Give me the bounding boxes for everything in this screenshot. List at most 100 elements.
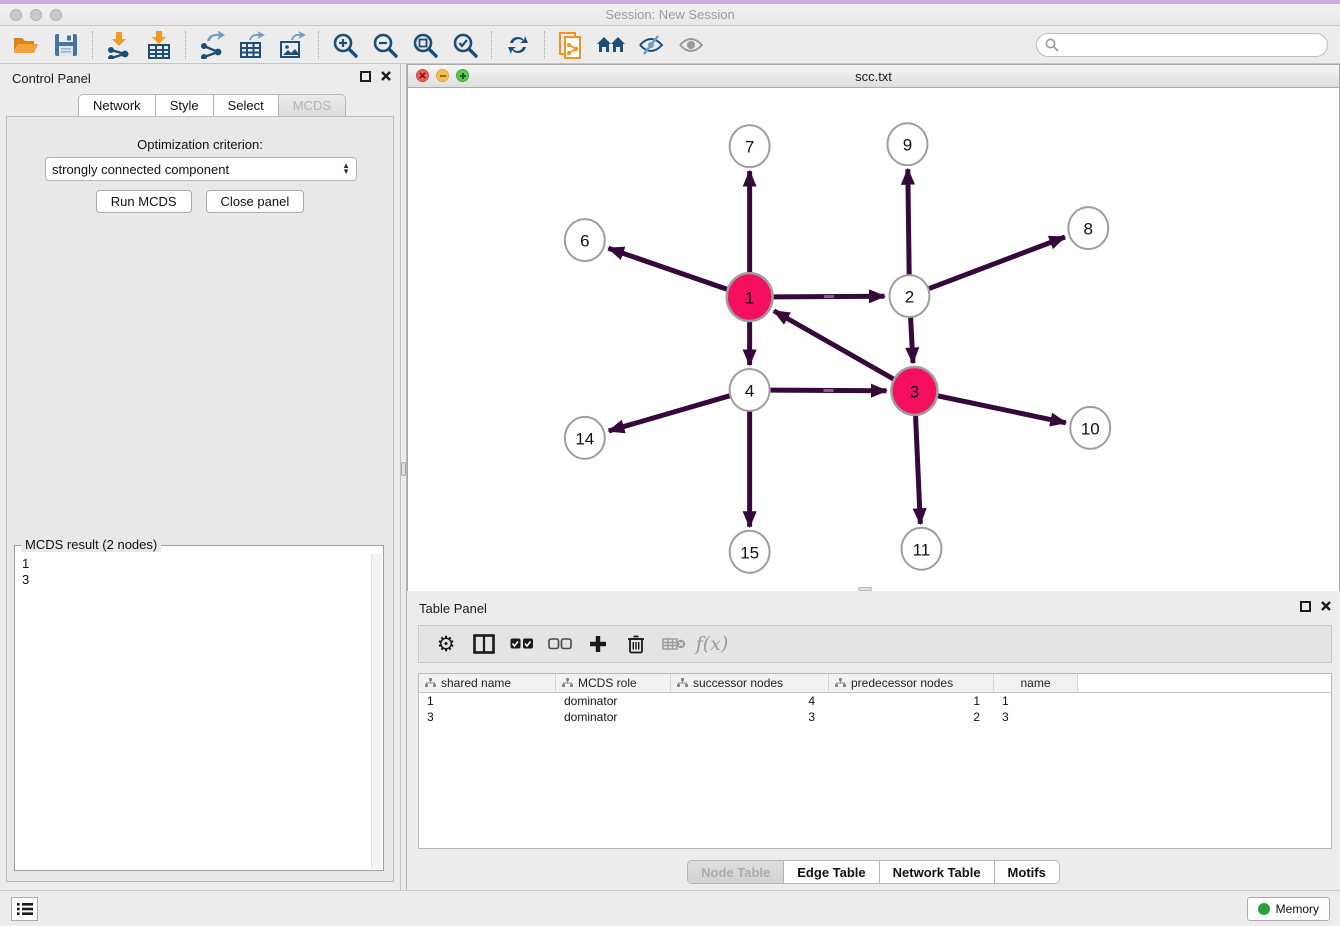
save-session-button[interactable] xyxy=(46,29,86,61)
mcds-result-title: MCDS result (2 nodes) xyxy=(21,537,161,552)
float-table-panel-icon[interactable] xyxy=(1300,601,1311,612)
table-cell: 3 xyxy=(419,709,556,725)
gear-icon: ⚙ xyxy=(437,632,456,656)
tab-style[interactable]: Style xyxy=(155,94,213,117)
edge-2-8[interactable] xyxy=(929,237,1065,289)
export-network-button[interactable] xyxy=(192,29,232,61)
select-all-columns-button[interactable] xyxy=(503,628,541,660)
export-image-icon xyxy=(279,31,305,59)
edge-3-11[interactable] xyxy=(916,415,921,524)
zoom-in-icon xyxy=(332,32,358,58)
show-panel-button[interactable] xyxy=(671,29,711,61)
panel-splitter[interactable] xyxy=(400,64,407,890)
result-scrollbar[interactable] xyxy=(371,554,382,869)
mcds-result-text[interactable]: 1 3 xyxy=(15,554,371,870)
table-row[interactable]: 3dominator323 xyxy=(419,709,1331,725)
horizontal-splitter-handle[interactable] xyxy=(858,587,872,591)
delete-table-button[interactable] xyxy=(655,628,693,660)
zoom-in-button[interactable] xyxy=(325,29,365,61)
column-header-successor-nodes[interactable]: successor nodes xyxy=(671,674,829,693)
table-body: 1dominator4113dominator323 xyxy=(419,693,1331,725)
zoom-out-button[interactable] xyxy=(365,29,405,61)
close-panel-button[interactable]: Close panel xyxy=(206,190,305,213)
export-image-button[interactable] xyxy=(272,29,312,61)
float-panel-icon[interactable] xyxy=(360,71,371,82)
header-filler xyxy=(1078,674,1331,693)
network-documents-icon xyxy=(558,31,584,59)
zoom-fit-icon xyxy=(412,32,438,58)
columns-icon xyxy=(473,634,495,654)
toolbar-separator xyxy=(491,31,492,59)
tab-motifs[interactable]: Motifs xyxy=(995,861,1059,883)
edge-2-3[interactable] xyxy=(911,317,913,363)
node-table: shared name MCDS role successor nodes pr… xyxy=(418,673,1332,849)
edge-4-14[interactable] xyxy=(609,396,730,431)
network-graph: 7968124314101511 xyxy=(408,88,1339,591)
column-type-icon xyxy=(677,678,688,688)
mcds-result-group: MCDS result (2 nodes) 1 3 xyxy=(14,545,384,871)
add-column-button[interactable] xyxy=(579,628,617,660)
node-label: 6 xyxy=(580,232,589,251)
optimization-criterion-select[interactable]: strongly connected component ▲▼ xyxy=(45,157,357,181)
save-icon xyxy=(54,33,78,57)
zoom-selected-button[interactable] xyxy=(445,29,485,61)
home-button[interactable] xyxy=(591,29,631,61)
memory-button[interactable]: Memory xyxy=(1247,897,1330,921)
column-header-name[interactable]: name xyxy=(994,674,1078,693)
network-canvas[interactable]: 7968124314101511 xyxy=(408,88,1339,591)
table-cell: dominator xyxy=(556,693,671,709)
open-session-button[interactable] xyxy=(6,29,46,61)
toggle-column-panel-button[interactable] xyxy=(465,628,503,660)
node-label: 1 xyxy=(745,289,754,308)
run-mcds-button[interactable]: Run MCDS xyxy=(96,190,192,213)
deselect-all-columns-button[interactable] xyxy=(541,628,579,660)
edge-1-6[interactable] xyxy=(608,248,727,289)
edge-3-10[interactable] xyxy=(938,396,1066,423)
splitter-handle[interactable] xyxy=(401,462,406,476)
tab-network[interactable]: Network xyxy=(78,94,155,117)
export-table-icon xyxy=(239,31,265,59)
close-panel-icon[interactable] xyxy=(380,70,392,82)
apply-layout-button[interactable] xyxy=(498,29,538,61)
fx-icon: f(x) xyxy=(696,633,729,655)
node-label: 11 xyxy=(913,540,931,559)
node-label: 14 xyxy=(575,429,594,448)
edge-3-1[interactable] xyxy=(774,311,894,379)
eye-icon xyxy=(678,34,704,56)
export-table-button[interactable] xyxy=(232,29,272,61)
node-label: 8 xyxy=(1084,220,1093,239)
toolbar-separator xyxy=(185,31,186,59)
table-row[interactable]: 1dominator411 xyxy=(419,693,1331,709)
toolbar-separator xyxy=(318,31,319,59)
column-header-predecessor-nodes[interactable]: predecessor nodes xyxy=(829,674,994,693)
network-documents-button[interactable] xyxy=(551,29,591,61)
tab-select[interactable]: Select xyxy=(213,94,278,117)
memory-label: Memory xyxy=(1276,902,1319,916)
table-cell: 3 xyxy=(671,709,829,725)
function-builder-button[interactable]: f(x) xyxy=(693,628,731,660)
column-header-shared-name[interactable]: shared name xyxy=(419,674,556,693)
import-table-button[interactable] xyxy=(139,29,179,61)
close-table-panel-icon[interactable] xyxy=(1320,600,1332,612)
tab-mcds[interactable]: MCDS xyxy=(278,94,346,117)
tab-node-table[interactable]: Node Table xyxy=(688,861,784,883)
column-header-mcds-role[interactable]: MCDS role xyxy=(556,674,671,693)
network-window-titlebar[interactable]: scc.txt xyxy=(408,65,1339,88)
zoom-selected-icon xyxy=(452,32,478,58)
hide-panel-button[interactable] xyxy=(631,29,671,61)
table-settings-button[interactable]: ⚙ xyxy=(427,628,465,660)
home-icon xyxy=(596,34,626,56)
tab-network-table[interactable]: Network Table xyxy=(880,861,995,883)
zoom-fit-button[interactable] xyxy=(405,29,445,61)
refresh-icon xyxy=(506,33,530,57)
search-input[interactable] xyxy=(1036,33,1328,57)
task-history-button[interactable] xyxy=(11,897,38,921)
main-toolbar xyxy=(0,26,1340,64)
delete-column-button[interactable] xyxy=(617,628,655,660)
tab-edge-table[interactable]: Edge Table xyxy=(784,861,879,883)
table-header: shared name MCDS role successor nodes pr… xyxy=(419,674,1331,693)
edge-2-9[interactable] xyxy=(908,169,909,275)
control-panel: Control Panel Network Style Select MCDS … xyxy=(0,64,400,890)
import-network-button[interactable] xyxy=(99,29,139,61)
row-filler xyxy=(1078,693,1331,709)
